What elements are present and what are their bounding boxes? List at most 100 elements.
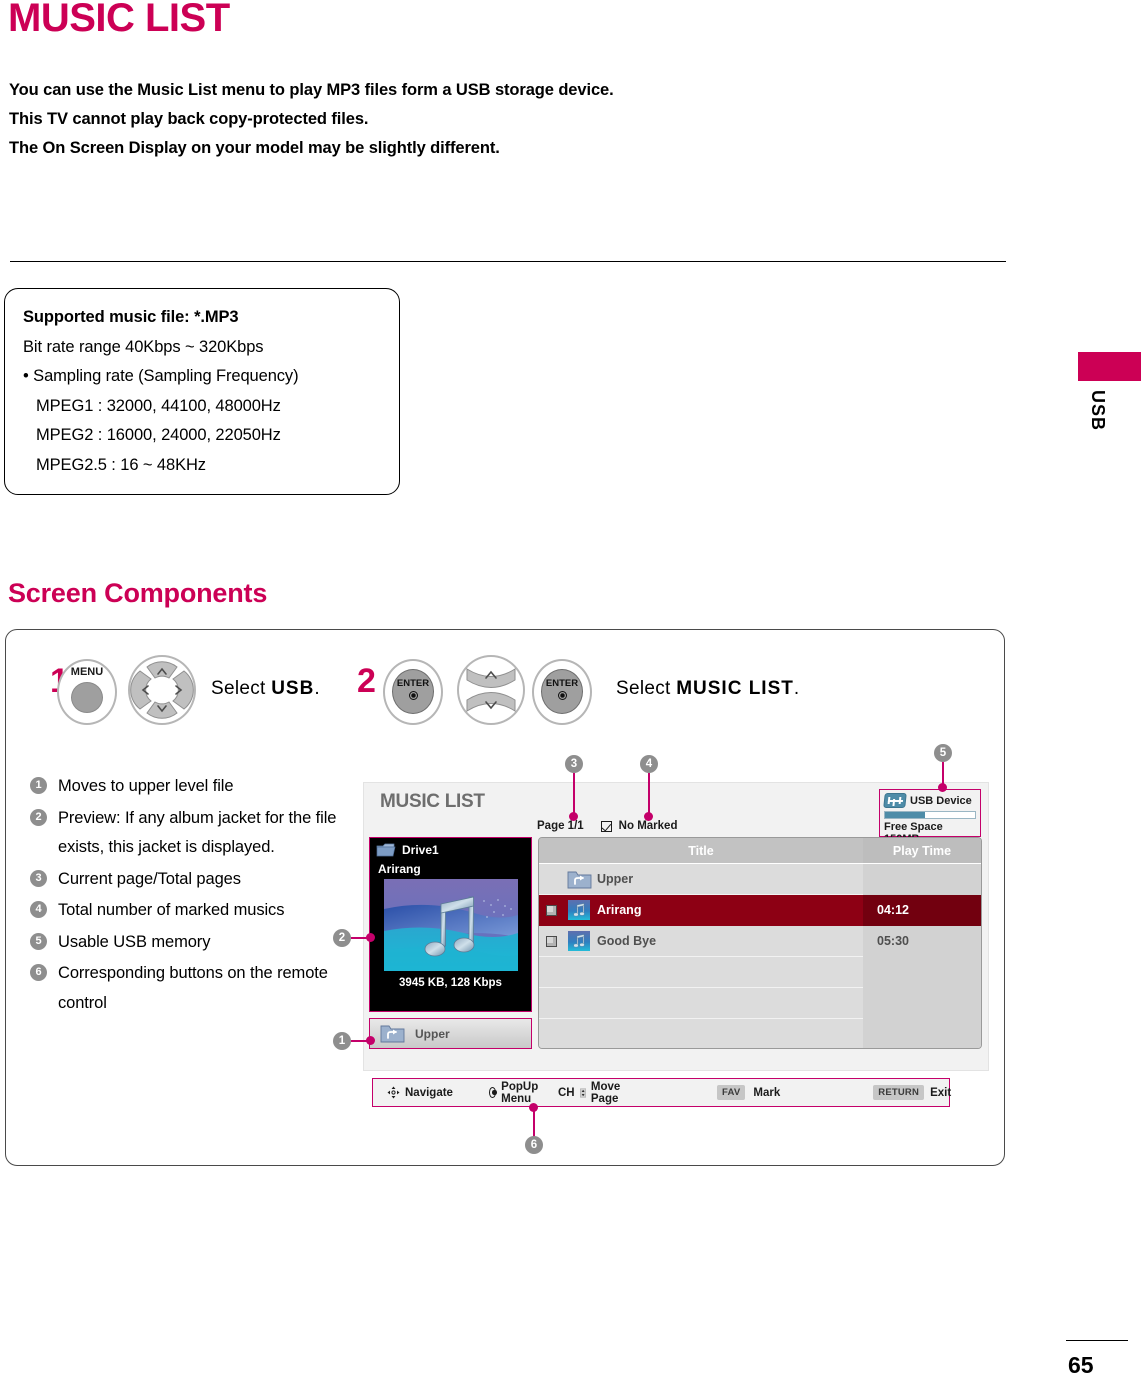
legend-text-5: Usable USB memory [58,932,211,951]
intro-line-1: You can use the Music List menu to play … [9,81,614,99]
legend-badge-5: 5 [30,932,47,950]
callout-dot-1 [366,1036,375,1045]
legend-badge-3: 3 [30,869,47,887]
callout-line-3 [573,773,575,815]
key-guide-navigate-label: Navigate [405,1086,453,1099]
spec-line-2: Bit rate range 40Kbps ~ 320Kbps [23,337,264,356]
table-row[interactable] [539,1018,981,1048]
table-row[interactable]: Upper [539,863,981,895]
callout-badge-4: 4 [640,755,658,773]
row-playtime [863,956,981,988]
ch-updown-icon[interactable] [457,655,525,725]
drive-folder-icon [376,843,396,857]
album-jacket-image [383,879,518,971]
preview-file-meta: 3945 KB, 128 Kbps [399,977,502,989]
intro-paragraph: You can use the Music List menu to play … [9,76,614,163]
legend-list: 1 Moves to upper level file 2 Preview: I… [30,772,340,1020]
step-1-instruction-target: USB [271,678,315,699]
key-guide-move-page[interactable]: CH Move Page [558,1081,625,1105]
row-mark-cell[interactable] [539,904,563,916]
table-row[interactable] [539,987,981,1019]
spec-line-6: MPEG2.5 : 16 ~ 48KHz [36,455,206,474]
preview-song-title: Arirang [378,862,421,876]
enter-bullseye-icon-1 [408,691,418,700]
key-guide-ch-prefix: CH [558,1086,575,1099]
enter-key-button-2[interactable]: ENTER [541,669,583,714]
legend-text-1: Moves to upper level file [58,777,234,795]
column-header-playtime: Play Time [863,838,981,863]
spec-line-3: • Sampling rate (Sampling Frequency) [23,367,299,385]
callout-dot-2 [366,933,375,942]
legend-badge-6: 6 [30,964,47,981]
list-item: 1 Moves to upper level file [30,772,340,802]
key-guide-mark[interactable]: FAV Mark [717,1085,780,1100]
step-2-instruction-target: MUSIC LIST [676,678,794,699]
enter-bullseye-icon-2 [557,691,567,700]
callout-line-4 [648,773,650,815]
enter-key-label-1: ENTER [396,678,430,689]
list-item: 5 Usable USB memory [30,928,340,958]
upper-level-button[interactable]: Upper [369,1018,532,1049]
key-guide-mark-label: Mark [753,1086,781,1099]
page-number: 65 [1068,1352,1094,1378]
usb-device-label: USB Device [910,794,972,807]
key-guide-exit[interactable]: RETURN Exit [873,1085,951,1100]
preview-drive-name: Drive1 [402,843,439,857]
key-guide-popup-label: PopUp Menu [501,1080,539,1105]
menu-key-button[interactable] [71,682,103,713]
callout-dot-3 [569,812,578,821]
row-playtime [863,863,981,895]
mark-checkbox-icon[interactable] [545,935,557,947]
marked-count: No Marked [618,820,678,832]
table-row[interactable] [539,956,981,988]
table-header-row: Title Play Time [539,838,981,864]
list-item: 6 Corresponding buttons on the remote co… [30,959,340,1018]
spec-line-4: MPEG1 : 32000, 44100, 48000Hz [36,396,281,415]
callout-badge-6: 6 [525,1136,543,1154]
step-1-instruction-prefix: Select [211,678,272,699]
legend-text-3: Current page/Total pages [58,869,241,888]
key-guide-navigate[interactable]: Navigate [387,1086,453,1099]
usb-device-badge: USB Device Free Space 150MB [879,789,981,845]
table-row[interactable]: Arirang 04:12 [539,894,981,926]
enter-key-button-1[interactable]: ENTER [392,669,434,714]
key-guide-popup-menu[interactable]: PopUp Menu [488,1080,542,1105]
row-icon-cell [563,931,595,951]
manual-page: MUSIC LIST You can use the Music List me… [0,0,1141,1386]
step-2-instruction: Select MUSIC LIST. [616,678,799,700]
row-mark-cell[interactable] [539,935,563,947]
dpad-icon[interactable] [128,655,196,725]
callout-badge-1: 1 [333,1032,351,1050]
row-playtime: 05:30 [863,925,981,957]
page-title: MUSIC LIST [8,0,230,40]
usb-capacity-bar [884,811,976,819]
legend-text-6: Corresponding buttons on the remote cont… [58,964,328,1012]
list-item: 2 Preview: If any album jacket for the f… [30,804,340,863]
table-row[interactable]: Good Bye 05:30 [539,925,981,957]
folder-up-icon [380,1025,405,1043]
chapter-tab-block [1078,352,1141,381]
folder-up-icon [567,871,591,888]
row-playtime [863,987,981,1019]
row-title: Upper [597,872,634,886]
column-header-title: Title [688,844,714,858]
step-2-instruction-prefix: Select [616,678,677,699]
row-playtime [863,1018,981,1048]
return-key-chip: RETURN [873,1085,925,1100]
music-list-table[interactable]: Title Play Time Upper Arirang 04:12 Good… [538,837,982,1049]
usb-icon [883,793,907,808]
horizontal-rule [10,261,1006,262]
music-note-thumbnail-icon [568,931,590,951]
legend-text-2: Preview: If any album jacket for the fil… [58,808,337,857]
row-icon-cell [563,870,595,889]
legend-badge-4: 4 [30,901,47,918]
row-title: Arirang [597,903,642,917]
fav-key-chip: FAV [717,1085,746,1100]
osd-status-row: Page 1/1 No Marked [537,820,677,832]
spec-line-1: Supported music file: *.MP3 [23,308,239,326]
page-indicator: Page 1/1 [537,820,584,832]
mark-checkbox-icon[interactable] [545,904,557,916]
legend-badge-2: 2 [30,808,47,826]
key-guide-move-page-label: Move Page [590,1080,621,1105]
menu-key-label: MENU [70,666,104,678]
